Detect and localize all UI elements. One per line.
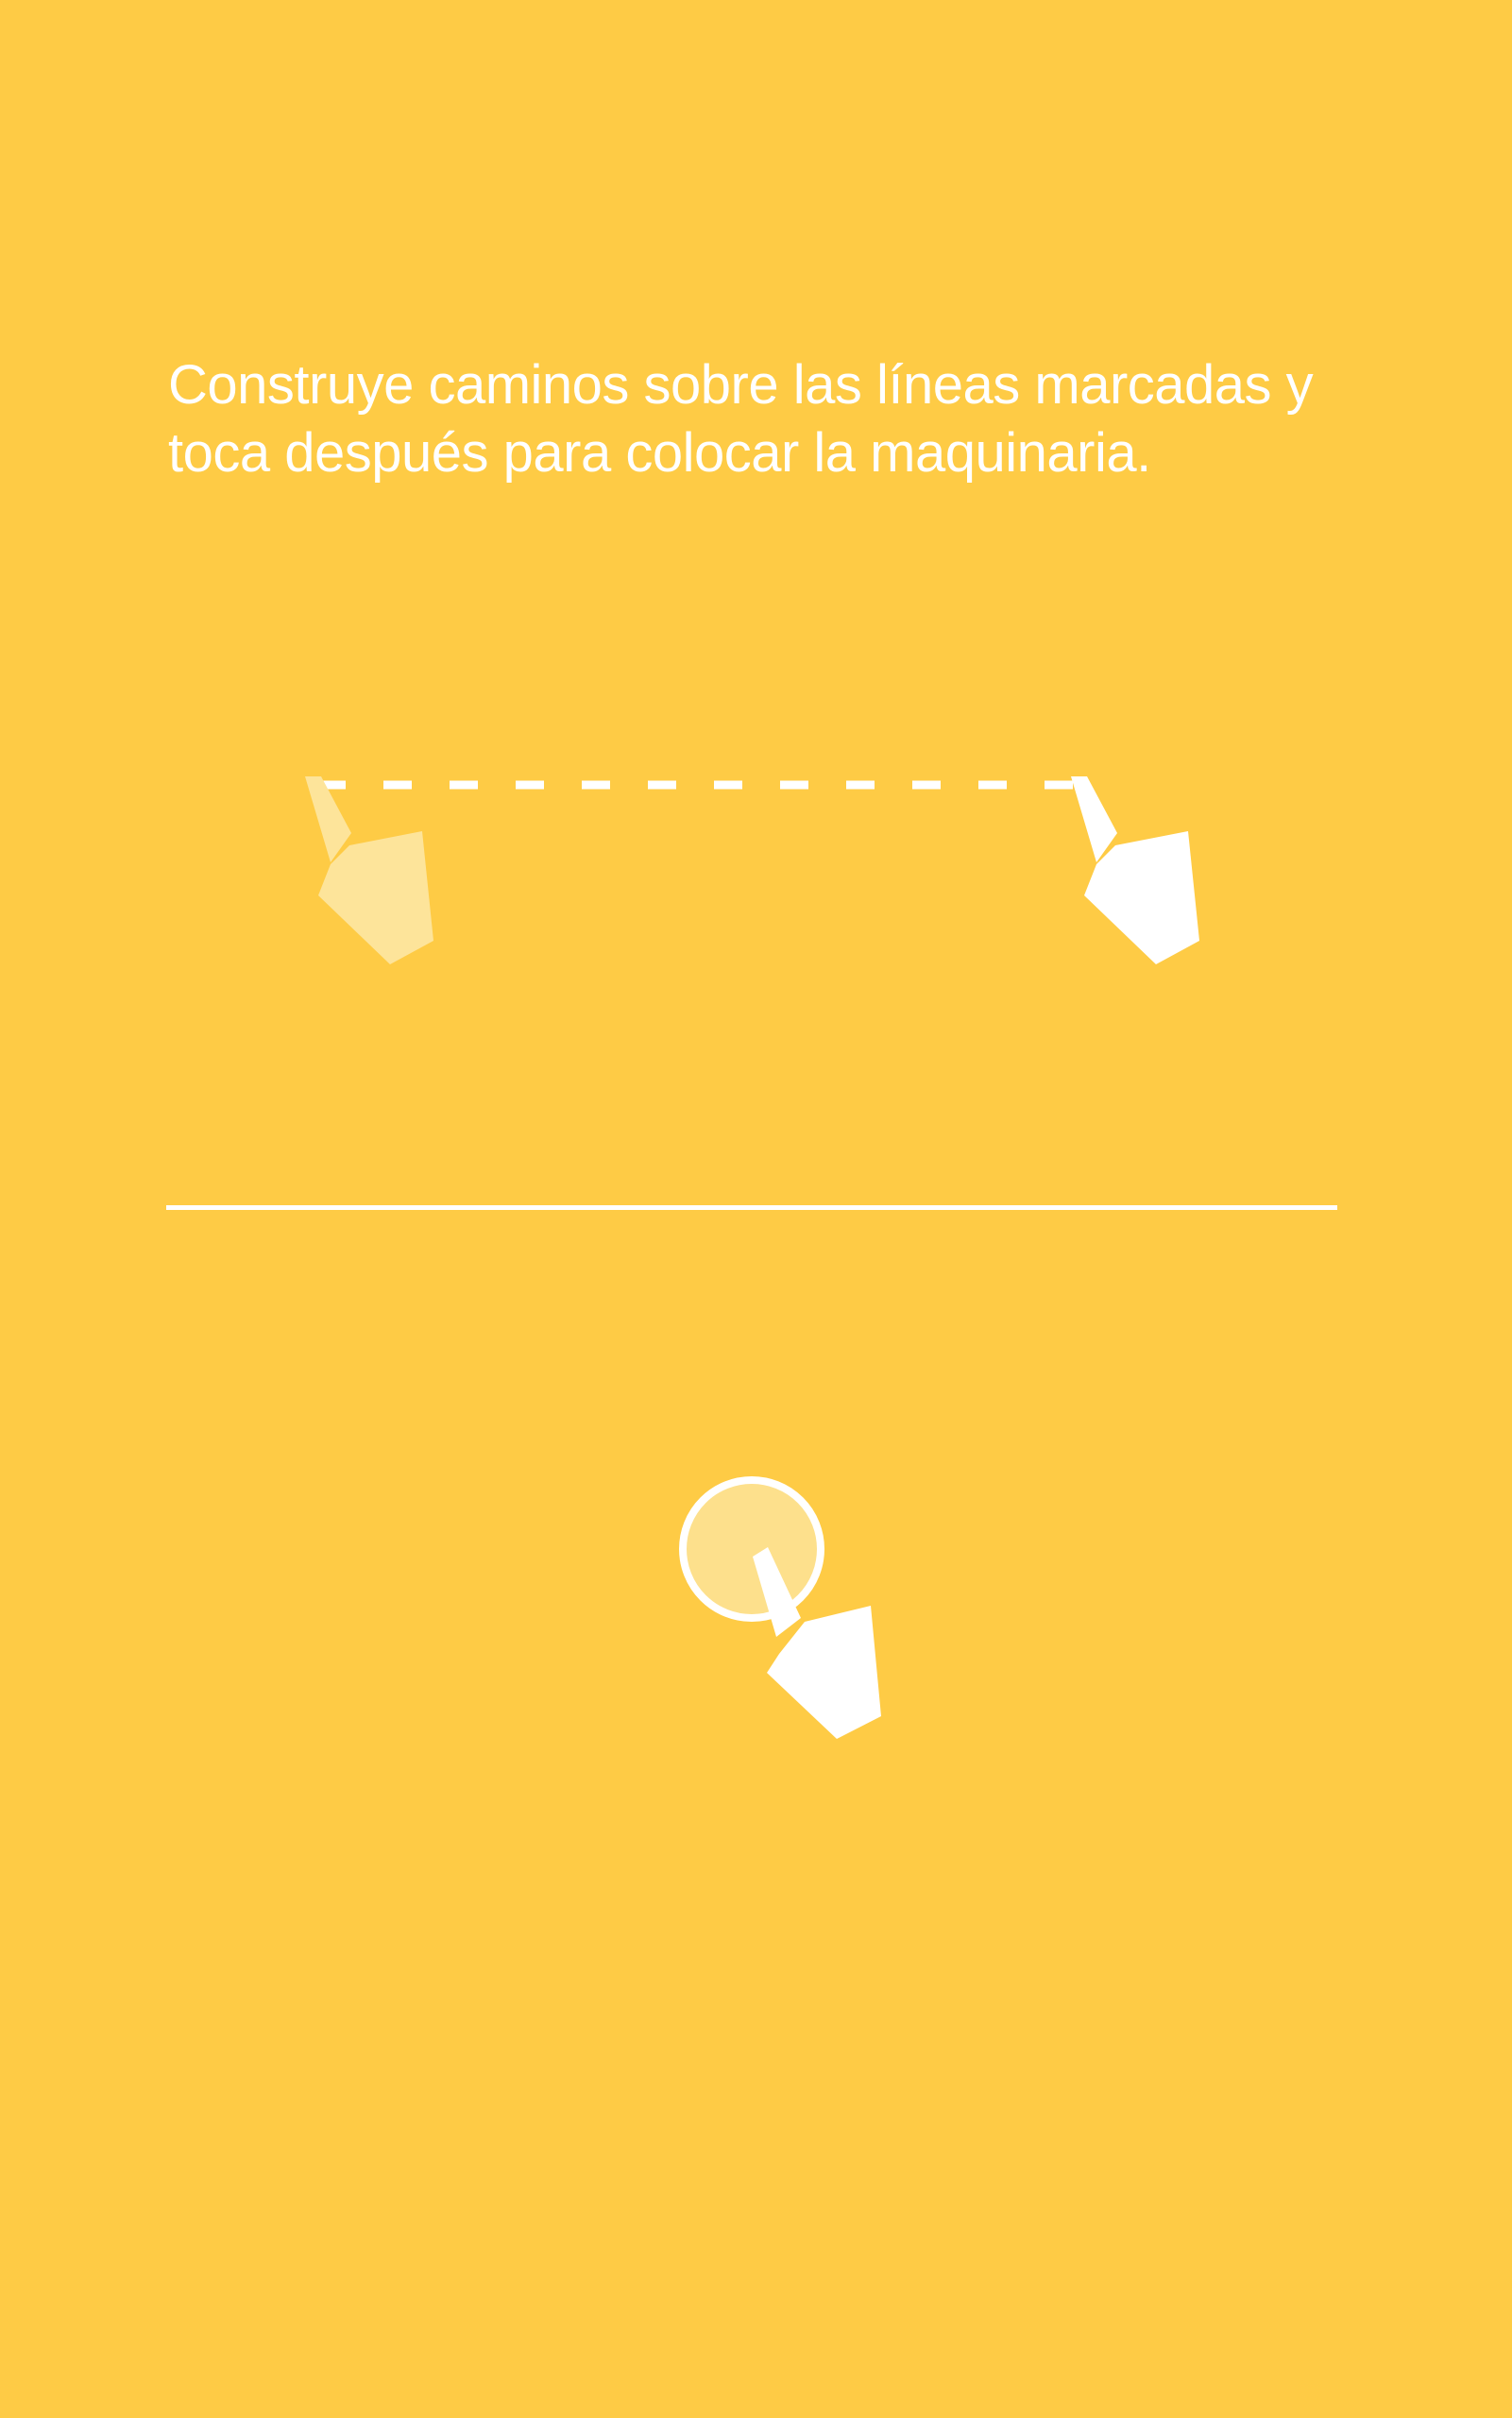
swipe-start-hand-icon — [305, 776, 433, 964]
section-divider — [166, 1205, 1337, 1210]
swipe-end-hand-icon — [1071, 776, 1199, 964]
instruction-line-1: Construye caminos sobre las líneas marca… — [168, 354, 1314, 416]
tutorial-instructions: Construye caminos sobre las líneas marca… — [168, 351, 1396, 487]
tap-indicator-icon — [679, 1476, 824, 1622]
instruction-line-2: toca después para colocar la maquinaria. — [168, 422, 1151, 484]
tap-hand-icon — [753, 1547, 881, 1739]
